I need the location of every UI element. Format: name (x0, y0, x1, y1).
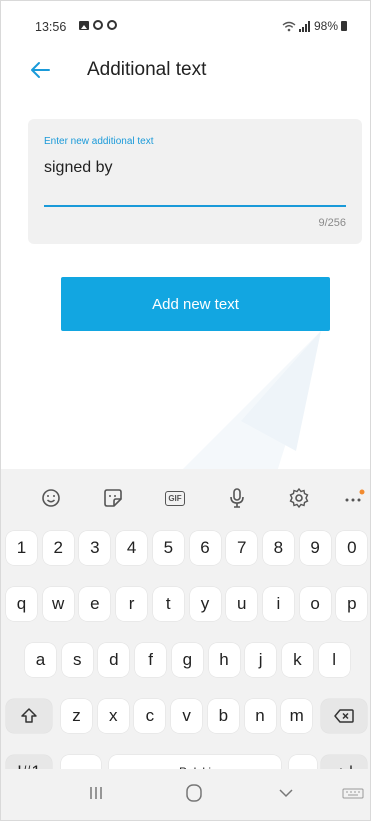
key-r[interactable]: r (116, 587, 148, 621)
shift-key[interactable] (6, 699, 52, 733)
key-g[interactable]: g (171, 643, 203, 677)
status-bar: 13:56 98% (1, 1, 370, 41)
hide-keyboard-icon[interactable] (271, 779, 301, 807)
key-d[interactable]: d (98, 643, 130, 677)
key-1[interactable]: 1 (6, 531, 37, 565)
key-8[interactable]: 8 (262, 531, 294, 565)
phone-screen: 13:56 98% Additional text Enter new addi… (0, 0, 371, 821)
app-notification-icon (107, 20, 117, 30)
key-x[interactable]: x (97, 699, 129, 733)
key-c[interactable]: c (134, 699, 166, 733)
wifi-icon (282, 21, 296, 31)
notification-icons (79, 20, 117, 30)
battery-percent: 98% (313, 19, 338, 33)
back-arrow-icon[interactable] (27, 57, 53, 83)
key-h[interactable]: h (208, 643, 240, 677)
key-z[interactable]: z (61, 699, 92, 733)
key-w[interactable]: w (42, 587, 74, 621)
battery-icon (341, 21, 347, 31)
key-0[interactable]: 0 (336, 531, 368, 565)
input-underline (44, 205, 346, 207)
signal-icon (298, 20, 310, 32)
key-u[interactable]: u (226, 587, 258, 621)
key-4[interactable]: 4 (116, 531, 148, 565)
key-o[interactable]: o (299, 587, 331, 621)
key-l[interactable]: l (318, 643, 350, 677)
gif-label: GIF (165, 490, 185, 506)
key-m[interactable]: m (281, 699, 313, 733)
key-n[interactable]: n (244, 699, 276, 733)
key-9[interactable]: 9 (299, 531, 331, 565)
settings-icon[interactable] (287, 486, 311, 510)
status-right: 98% (282, 19, 347, 33)
shift-icon (21, 708, 37, 723)
key-f[interactable]: f (135, 643, 167, 677)
more-icon[interactable] (341, 486, 365, 510)
keyboard-toolbar: GIF (1, 469, 370, 525)
microphone-icon[interactable] (225, 486, 249, 510)
navigation-bar (1, 769, 370, 820)
emoji-icon[interactable] (39, 486, 63, 510)
gallery-icon (79, 20, 89, 30)
key-2[interactable]: 2 (42, 531, 74, 565)
key-b[interactable]: b (207, 699, 239, 733)
status-time: 13:56 (35, 20, 67, 34)
key-s[interactable]: s (61, 643, 93, 677)
text-input-card[interactable]: Enter new additional text signed by 9/25… (28, 119, 362, 244)
backspace-key[interactable] (321, 699, 367, 733)
add-new-text-button[interactable]: Add new text (61, 277, 330, 331)
key-5[interactable]: 5 (152, 531, 184, 565)
key-p[interactable]: p (336, 587, 368, 621)
key-6[interactable]: 6 (189, 531, 221, 565)
gif-icon[interactable]: GIF (163, 486, 187, 510)
key-v[interactable]: v (171, 699, 203, 733)
key-q[interactable]: q (6, 587, 37, 621)
additional-text-input[interactable]: signed by (44, 159, 113, 177)
home-icon[interactable] (179, 779, 209, 807)
key-y[interactable]: y (189, 587, 221, 621)
key-k[interactable]: k (281, 643, 313, 677)
key-t[interactable]: t (152, 587, 184, 621)
keyboard-switch-icon[interactable] (341, 779, 365, 807)
key-j[interactable]: j (245, 643, 277, 677)
app-bar: Additional text (1, 41, 370, 97)
key-7[interactable]: 7 (226, 531, 258, 565)
key-a[interactable]: a (25, 643, 56, 677)
app-notification-icon (93, 20, 103, 30)
page-title: Additional text (87, 59, 207, 80)
key-3[interactable]: 3 (79, 531, 111, 565)
sticker-icon[interactable] (101, 486, 125, 510)
recent-apps-icon[interactable] (81, 779, 111, 807)
backspace-icon (334, 709, 354, 723)
character-counter: 9/256 (318, 217, 346, 229)
key-i[interactable]: i (262, 587, 294, 621)
key-e[interactable]: e (79, 587, 111, 621)
input-label: Enter new additional text (44, 136, 154, 147)
